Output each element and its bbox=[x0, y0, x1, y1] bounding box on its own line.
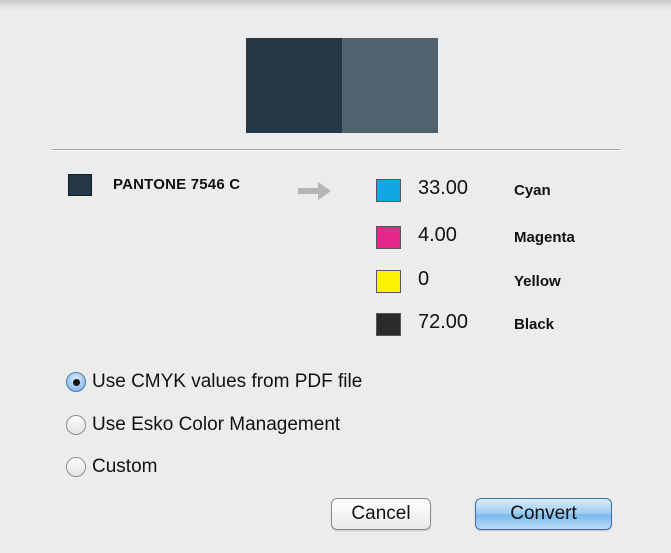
radio-button-custom[interactable] bbox=[66, 457, 86, 477]
yellow-value: 0 bbox=[418, 268, 430, 290]
radio-button-cmyk-from-pdf[interactable] bbox=[66, 372, 86, 392]
option-custom-label[interactable]: Custom bbox=[92, 456, 157, 478]
magenta-swatch bbox=[376, 226, 401, 249]
radio-button-esko-color-management[interactable] bbox=[66, 415, 86, 435]
black-swatch bbox=[376, 313, 401, 336]
separator-line bbox=[52, 149, 620, 151]
black-value: 72.00 bbox=[418, 311, 469, 333]
option-esko-color-management-label[interactable]: Use Esko Color Management bbox=[92, 414, 340, 436]
color-preview bbox=[246, 38, 438, 133]
option-esko-color-management[interactable]: Use Esko Color Management bbox=[66, 412, 340, 438]
option-cmyk-from-pdf[interactable]: Use CMYK values from PDF file bbox=[66, 369, 362, 395]
option-custom[interactable]: Custom bbox=[66, 454, 157, 480]
spot-color-name: PANTONE 7546 C bbox=[113, 176, 241, 193]
spot-color-preview bbox=[246, 38, 342, 133]
magenta-label: Magenta bbox=[514, 229, 575, 246]
yellow-swatch bbox=[376, 270, 401, 293]
yellow-label: Yellow bbox=[514, 273, 561, 290]
cyan-swatch bbox=[376, 179, 401, 202]
window-top-shadow bbox=[0, 0, 671, 10]
spot-color-swatch bbox=[68, 174, 92, 196]
cancel-button[interactable]: Cancel bbox=[331, 498, 431, 530]
convert-button[interactable]: Convert bbox=[475, 498, 612, 530]
converted-color-preview bbox=[342, 38, 438, 133]
cyan-label: Cyan bbox=[514, 182, 551, 199]
cyan-value: 33.00 bbox=[418, 177, 469, 199]
black-label: Black bbox=[514, 316, 555, 333]
radio-selected-dot-icon bbox=[72, 378, 80, 386]
option-cmyk-from-pdf-label[interactable]: Use CMYK values from PDF file bbox=[92, 371, 362, 393]
convert-spot-color-dialog: PANTONE 7546 C 33.00 Cyan 4.00 Magenta 0… bbox=[0, 0, 671, 553]
magenta-value: 4.00 bbox=[418, 224, 457, 246]
right-arrow-icon bbox=[298, 182, 331, 200]
